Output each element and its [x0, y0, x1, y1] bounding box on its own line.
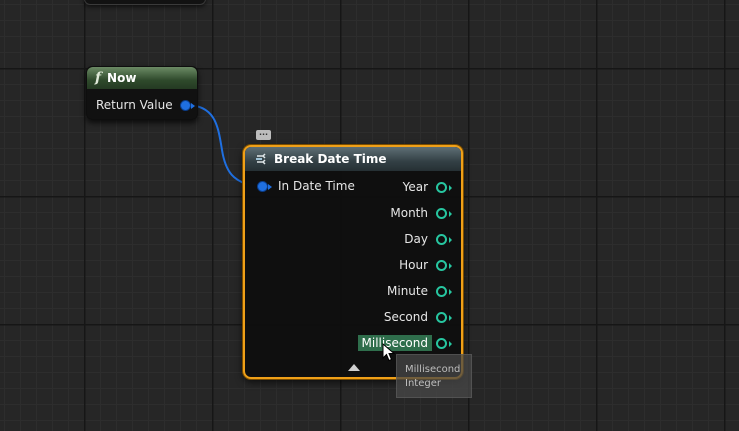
day-pin-row[interactable]: Day — [400, 231, 452, 247]
second-label: Second — [383, 310, 428, 324]
in-date-time-pin[interactable] — [257, 180, 272, 192]
pin-tooltip: Millisecond Integer — [396, 354, 472, 398]
minute-pin[interactable] — [436, 285, 452, 297]
month-pin[interactable] — [436, 207, 452, 219]
year-label: Year — [402, 180, 428, 194]
expand-arrow-icon[interactable] — [348, 364, 360, 371]
in-date-time-pin-row[interactable]: In Date Time — [257, 179, 355, 193]
year-pin[interactable] — [436, 181, 452, 193]
break-node-title: Break Date Time — [274, 152, 387, 166]
millisecond-pin-row[interactable]: Millisecond — [357, 335, 452, 351]
millisecond-pin[interactable] — [436, 337, 452, 349]
month-label: Month — [390, 206, 428, 220]
function-icon: f — [95, 70, 102, 86]
day-pin[interactable] — [436, 233, 452, 245]
return-value-pin[interactable] — [179, 99, 195, 111]
second-pin-row[interactable]: Second — [380, 309, 452, 325]
now-node-title: Now — [107, 71, 137, 85]
break-struct-icon — [256, 153, 266, 165]
tooltip-pin-name: Millisecond — [405, 364, 461, 375]
second-pin[interactable] — [436, 311, 452, 323]
day-label: Day — [404, 232, 428, 246]
year-pin-row[interactable]: Year — [399, 179, 452, 195]
now-node-header[interactable]: f Now — [87, 67, 197, 89]
break-date-time-node[interactable]: Break Date Time In Date Time Year Month … — [243, 145, 463, 379]
blueprint-graph-canvas[interactable]: f Now Return Value ... Break Date Time I… — [0, 0, 739, 431]
return-value-pin-row[interactable]: Return Value — [96, 98, 195, 112]
tooltip-pin-type: Integer — [405, 378, 441, 389]
month-pin-row[interactable]: Month — [386, 205, 452, 221]
mouse-cursor-icon — [382, 343, 396, 362]
hour-pin[interactable] — [436, 259, 452, 271]
hour-pin-row[interactable]: Hour — [395, 257, 452, 273]
minute-pin-row[interactable]: Minute — [383, 283, 452, 299]
comment-bubble-icon[interactable]: ... — [256, 129, 271, 140]
minute-label: Minute — [387, 284, 428, 298]
now-node[interactable]: f Now Return Value — [86, 66, 198, 120]
in-date-time-label: In Date Time — [278, 179, 355, 193]
hour-label: Hour — [399, 258, 428, 272]
break-node-header[interactable]: Break Date Time — [245, 147, 461, 171]
return-value-label: Return Value — [96, 98, 173, 112]
